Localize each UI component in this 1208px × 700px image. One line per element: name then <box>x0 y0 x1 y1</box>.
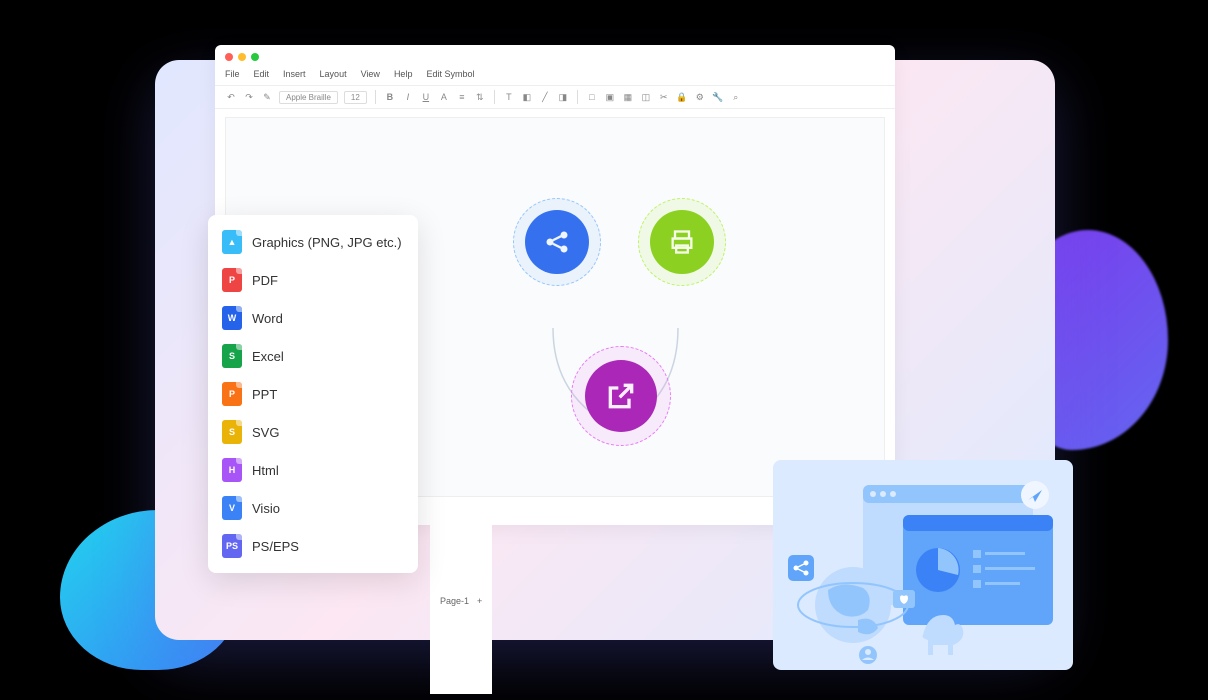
close-dot[interactable] <box>225 53 233 61</box>
export-label: PS/EPS <box>252 539 299 554</box>
export-graphics[interactable]: ▲ Graphics (PNG, JPG etc.) <box>208 223 418 261</box>
line-icon[interactable]: ╱ <box>539 91 551 103</box>
image-icon[interactable]: ▣ <box>604 91 616 103</box>
export-ps[interactable]: PS PS/EPS <box>208 527 418 565</box>
font-selector[interactable]: Apple Braille <box>279 91 338 104</box>
share-node[interactable] <box>525 210 589 274</box>
menu-view[interactable]: View <box>361 69 380 79</box>
export-label: Word <box>252 311 283 326</box>
export-label: Excel <box>252 349 284 364</box>
chart-icon[interactable]: ◫ <box>640 91 652 103</box>
search-icon[interactable]: ⌕ <box>730 91 742 103</box>
text-tool-icon[interactable]: T <box>503 91 515 103</box>
align-icon[interactable]: ≡ <box>456 91 468 103</box>
export-label: SVG <box>252 425 279 440</box>
window-controls <box>215 45 895 69</box>
word-file-icon: W <box>222 306 242 330</box>
bold-icon[interactable]: B <box>384 91 396 103</box>
export-node[interactable] <box>585 360 657 432</box>
menu-insert[interactable]: Insert <box>283 69 306 79</box>
brush-icon[interactable]: ✎ <box>261 91 273 103</box>
export-node-ring <box>571 346 671 446</box>
export-menu: ▲ Graphics (PNG, JPG etc.) P PDF W Word … <box>208 215 418 573</box>
export-html[interactable]: H Html <box>208 451 418 489</box>
menu-edit[interactable]: Edit <box>254 69 270 79</box>
export-svg[interactable]: S SVG <box>208 413 418 451</box>
add-page-button[interactable]: + <box>477 596 482 606</box>
menu-edit-symbol[interactable]: Edit Symbol <box>426 69 474 79</box>
lock-icon[interactable]: 🔒 <box>676 91 688 103</box>
text-color-icon[interactable]: A <box>438 91 450 103</box>
export-label: Visio <box>252 501 280 516</box>
menu-layout[interactable]: Layout <box>320 69 347 79</box>
ps-file-icon: PS <box>222 534 242 558</box>
excel-file-icon: S <box>222 344 242 368</box>
export-ppt[interactable]: P PPT <box>208 375 418 413</box>
redo-icon[interactable]: ↷ <box>243 91 255 103</box>
image-file-icon: ▲ <box>222 230 242 254</box>
export-visio[interactable]: V Visio <box>208 489 418 527</box>
minimize-dot[interactable] <box>238 53 246 61</box>
illustration-card <box>773 460 1073 670</box>
print-node-ring <box>638 198 726 286</box>
menu-bar: File Edit Insert Layout View Help Edit S… <box>215 69 895 85</box>
export-label: Html <box>252 463 279 478</box>
visio-file-icon: V <box>222 496 242 520</box>
menu-help[interactable]: Help <box>394 69 413 79</box>
page-tab-1[interactable]: Page-1 <box>440 596 469 606</box>
html-file-icon: H <box>222 458 242 482</box>
pdf-file-icon: P <box>222 268 242 292</box>
maximize-dot[interactable] <box>251 53 259 61</box>
share-node-ring <box>513 198 601 286</box>
menu-file[interactable]: File <box>225 69 240 79</box>
ppt-file-icon: P <box>222 382 242 406</box>
line-spacing-icon[interactable]: ⇅ <box>474 91 486 103</box>
fill-icon[interactable]: ◧ <box>521 91 533 103</box>
print-node[interactable] <box>650 210 714 274</box>
table-icon[interactable]: ▦ <box>622 91 634 103</box>
shadow-icon[interactable]: ◨ <box>557 91 569 103</box>
export-label: Graphics (PNG, JPG etc.) <box>252 235 402 250</box>
export-label: PPT <box>252 387 277 402</box>
shape-icon[interactable]: □ <box>586 91 598 103</box>
export-pdf[interactable]: P PDF <box>208 261 418 299</box>
export-label: PDF <box>252 273 278 288</box>
export-word[interactable]: W Word <box>208 299 418 337</box>
wrench-icon[interactable]: 🔧 <box>712 91 724 103</box>
underline-icon[interactable]: U <box>420 91 432 103</box>
svg-file-icon: S <box>222 420 242 444</box>
toolbar: ↶ ↷ ✎ Apple Braille 12 B I U A ≡ ⇅ T ◧ ╱… <box>215 85 895 109</box>
page-tabs: Page-1 + <box>430 508 492 694</box>
undo-icon[interactable]: ↶ <box>225 91 237 103</box>
clip-icon[interactable]: ✂ <box>658 91 670 103</box>
export-excel[interactable]: S Excel <box>208 337 418 375</box>
font-size[interactable]: 12 <box>344 91 367 104</box>
italic-icon[interactable]: I <box>402 91 414 103</box>
link-icon[interactable]: ⚙ <box>694 91 706 103</box>
